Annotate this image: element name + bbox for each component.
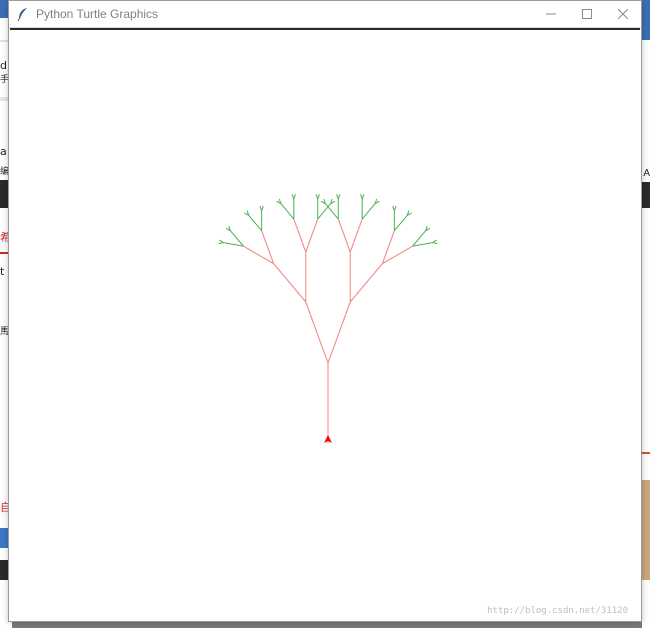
maximize-icon (582, 9, 592, 19)
bg-char: A (643, 168, 650, 179)
bg-char: a (0, 145, 7, 158)
leaf-branch (432, 239, 437, 244)
leaf-branch (315, 194, 319, 200)
tree-drawing (218, 194, 438, 443)
tree-branch (305, 301, 329, 364)
tree-branch (381, 230, 395, 264)
leaf-branch (392, 205, 395, 211)
tree-branch (293, 218, 307, 253)
close-icon (618, 9, 628, 19)
window-title: Python Turtle Graphics (36, 7, 159, 21)
title-bar[interactable]: Python Turtle Graphics (9, 1, 641, 28)
leaf-branch (280, 203, 295, 220)
tree-branch (305, 218, 319, 253)
minimize-icon (546, 13, 556, 15)
leaf-branch (393, 215, 408, 232)
leaf-branch (317, 203, 331, 220)
leaf-branch (218, 242, 224, 245)
turtle-canvas[interactable]: http://blog.csdn.net/31120 (10, 28, 640, 620)
leaf-branch (259, 205, 263, 211)
close-button[interactable] (605, 1, 641, 27)
leaf-branch (325, 203, 339, 220)
leaf-branch (361, 203, 376, 220)
bg-char: d (0, 59, 7, 72)
leaf-branch (336, 194, 339, 200)
tree-branch (349, 218, 363, 253)
maximize-button[interactable] (569, 1, 605, 27)
turtle-window: Python Turtle Graphics http://blog.csdn.… (8, 0, 642, 622)
tree-branch (337, 218, 351, 253)
tree-branch (243, 245, 274, 265)
feather-icon (15, 6, 31, 22)
leaf-branch (291, 194, 295, 200)
tree-branch (261, 230, 275, 264)
leaf-branch (360, 194, 363, 200)
background-right-edge: A (642, 0, 650, 628)
tree-branch (273, 263, 307, 303)
leaf-branch (248, 215, 263, 232)
tree-branch (327, 301, 351, 364)
bg-char: t (0, 265, 5, 278)
tree-branch (382, 245, 413, 265)
watermark: http://blog.csdn.net/31120 (487, 606, 628, 616)
tree-branch (349, 263, 383, 303)
minimize-button[interactable] (533, 1, 569, 27)
